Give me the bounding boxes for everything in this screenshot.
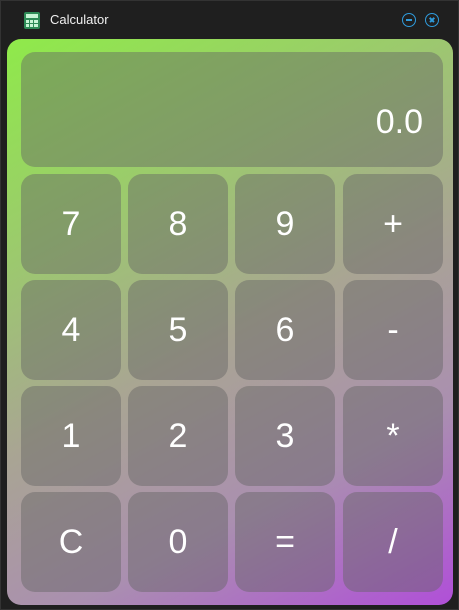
key-plus[interactable]: + — [343, 174, 443, 274]
key-divide[interactable]: / — [343, 492, 443, 592]
calculator-icon — [24, 12, 40, 29]
minimize-icon — [403, 14, 415, 26]
key-6[interactable]: 6 — [235, 280, 335, 380]
key-8[interactable]: 8 — [128, 174, 228, 274]
calculator-body: 0.0 7 8 9 + 4 5 6 - 1 2 3 * C 0 = / — [7, 39, 453, 605]
close-button[interactable] — [425, 13, 439, 27]
key-clear[interactable]: C — [21, 492, 121, 592]
display-panel: 0.0 — [21, 52, 443, 167]
minimize-button[interactable] — [402, 13, 416, 27]
close-icon — [426, 14, 438, 26]
window-title: Calculator — [50, 12, 109, 27]
calculator-window: Calculator 0.0 7 8 9 + 4 5 6 - 1 2 3 * C… — [0, 0, 459, 610]
key-1[interactable]: 1 — [21, 386, 121, 486]
key-minus[interactable]: - — [343, 280, 443, 380]
display-value: 0.0 — [375, 103, 423, 141]
key-9[interactable]: 9 — [235, 174, 335, 274]
key-7[interactable]: 7 — [21, 174, 121, 274]
key-5[interactable]: 5 — [128, 280, 228, 380]
key-2[interactable]: 2 — [128, 386, 228, 486]
key-0[interactable]: 0 — [128, 492, 228, 592]
title-bar[interactable]: Calculator — [1, 1, 459, 39]
key-multiply[interactable]: * — [343, 386, 443, 486]
key-equals[interactable]: = — [235, 492, 335, 592]
key-4[interactable]: 4 — [21, 280, 121, 380]
key-3[interactable]: 3 — [235, 386, 335, 486]
